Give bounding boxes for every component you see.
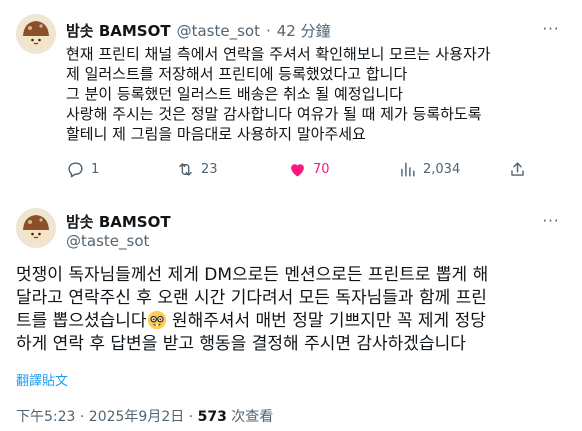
handle[interactable]: @taste_sot: [66, 232, 149, 250]
tweet-text-line: 멋쟁이 독자님들께선 제게 DM으로든 멘션으로든 프린트로 뽑게 해: [16, 265, 489, 285]
share-button[interactable]: [508, 160, 527, 179]
reply-icon: [68, 162, 83, 178]
tweet-header: 밤솟 BAMSOT @taste_sot · 42 分鐘: [66, 20, 331, 41]
share-icon: [511, 162, 524, 176]
view-count: 2,034: [423, 162, 461, 177]
reply-count: 1: [91, 162, 100, 177]
tweet-text-line: 제 일러스트를 저장해서 프린티에 등록했었다고 합니다: [66, 65, 408, 83]
translate-post-link[interactable]: 翻譯貼文: [16, 370, 68, 389]
nerd-face-icon: [147, 310, 166, 330]
tweet-actions: 1 23 70 2,034: [66, 160, 566, 186]
more-options-icon[interactable]: ···: [540, 210, 562, 232]
display-name[interactable]: 밤솟 BAMSOT: [66, 20, 171, 41]
tweet-text: 현재 프린티 채널 측에서 연락을 주셔서 확인해보니 모르는 사용자가 제 일…: [66, 44, 571, 144]
post-timestamp[interactable]: 下午5:23 · 2025年9月2日 ·: [16, 409, 198, 425]
views-label: 次查看: [226, 409, 274, 425]
like-count: 70: [313, 162, 330, 177]
handle[interactable]: @taste_sot: [177, 22, 260, 40]
tweet-text-segment: 원해주셔서 매번 정말 기쁘지만 꼭 제게 정당: [166, 311, 486, 331]
views-chart-icon: [401, 162, 415, 177]
post-time[interactable]: 42 分鐘: [277, 20, 331, 41]
tweet-text: 멋쟁이 독자님들께선 제게 DM으로든 멘션으로든 프린트로 뽑게 해 달라고 …: [16, 264, 568, 356]
tweet-text-line: 할테니 제 그림을 마음대로 사용하지 말아주세요: [66, 125, 366, 143]
more-options-icon[interactable]: ···: [540, 18, 562, 40]
repost-button[interactable]: 23: [176, 160, 218, 179]
tweet-text-line: 달라고 연락주신 후 오랜 시간 기다려서 모든 독자님들과 함께 프린: [16, 288, 487, 308]
post-metadata: 下午5:23 · 2025年9月2日 · 573 次查看: [16, 406, 273, 426]
tweet-text-line: 그 분이 등록했던 일러스트 배송은 취소 될 예정입니다: [66, 85, 403, 103]
heart-filled-icon: [291, 164, 304, 177]
repost-count: 23: [201, 162, 218, 177]
view-count: 573: [197, 409, 227, 425]
repost-icon: [179, 163, 192, 176]
tweet-text-line: 하게 연락 후 답변을 받고 행동을 결정해 주시면 감사하겠습니다: [16, 334, 466, 354]
avatar[interactable]: [16, 208, 56, 248]
separator: ·: [265, 21, 271, 40]
tweet-text-line: 트를 뽑으셨습니다 원해주셔서 매번 정말 기쁘지만 꼭 제게 정당: [16, 310, 568, 333]
reply-button[interactable]: 1: [66, 160, 99, 179]
tweet-text-segment: 트를 뽑으셨습니다: [16, 311, 147, 331]
like-button[interactable]: 70: [288, 160, 330, 179]
mushroom-avatar-icon: [16, 14, 56, 54]
tweet-text-line: 사랑해 주시는 것은 정말 감사합니다 여유가 될 때 제가 등록하도록: [66, 105, 482, 123]
display-name[interactable]: 밤솟 BAMSOT: [66, 211, 171, 232]
tweet-text-line: 현재 프린티 채널 측에서 연락을 주셔서 확인해보니 모르는 사용자가: [66, 45, 491, 63]
views-button[interactable]: 2,034: [398, 160, 460, 179]
mushroom-avatar-icon: [16, 208, 56, 248]
avatar[interactable]: [16, 14, 56, 54]
